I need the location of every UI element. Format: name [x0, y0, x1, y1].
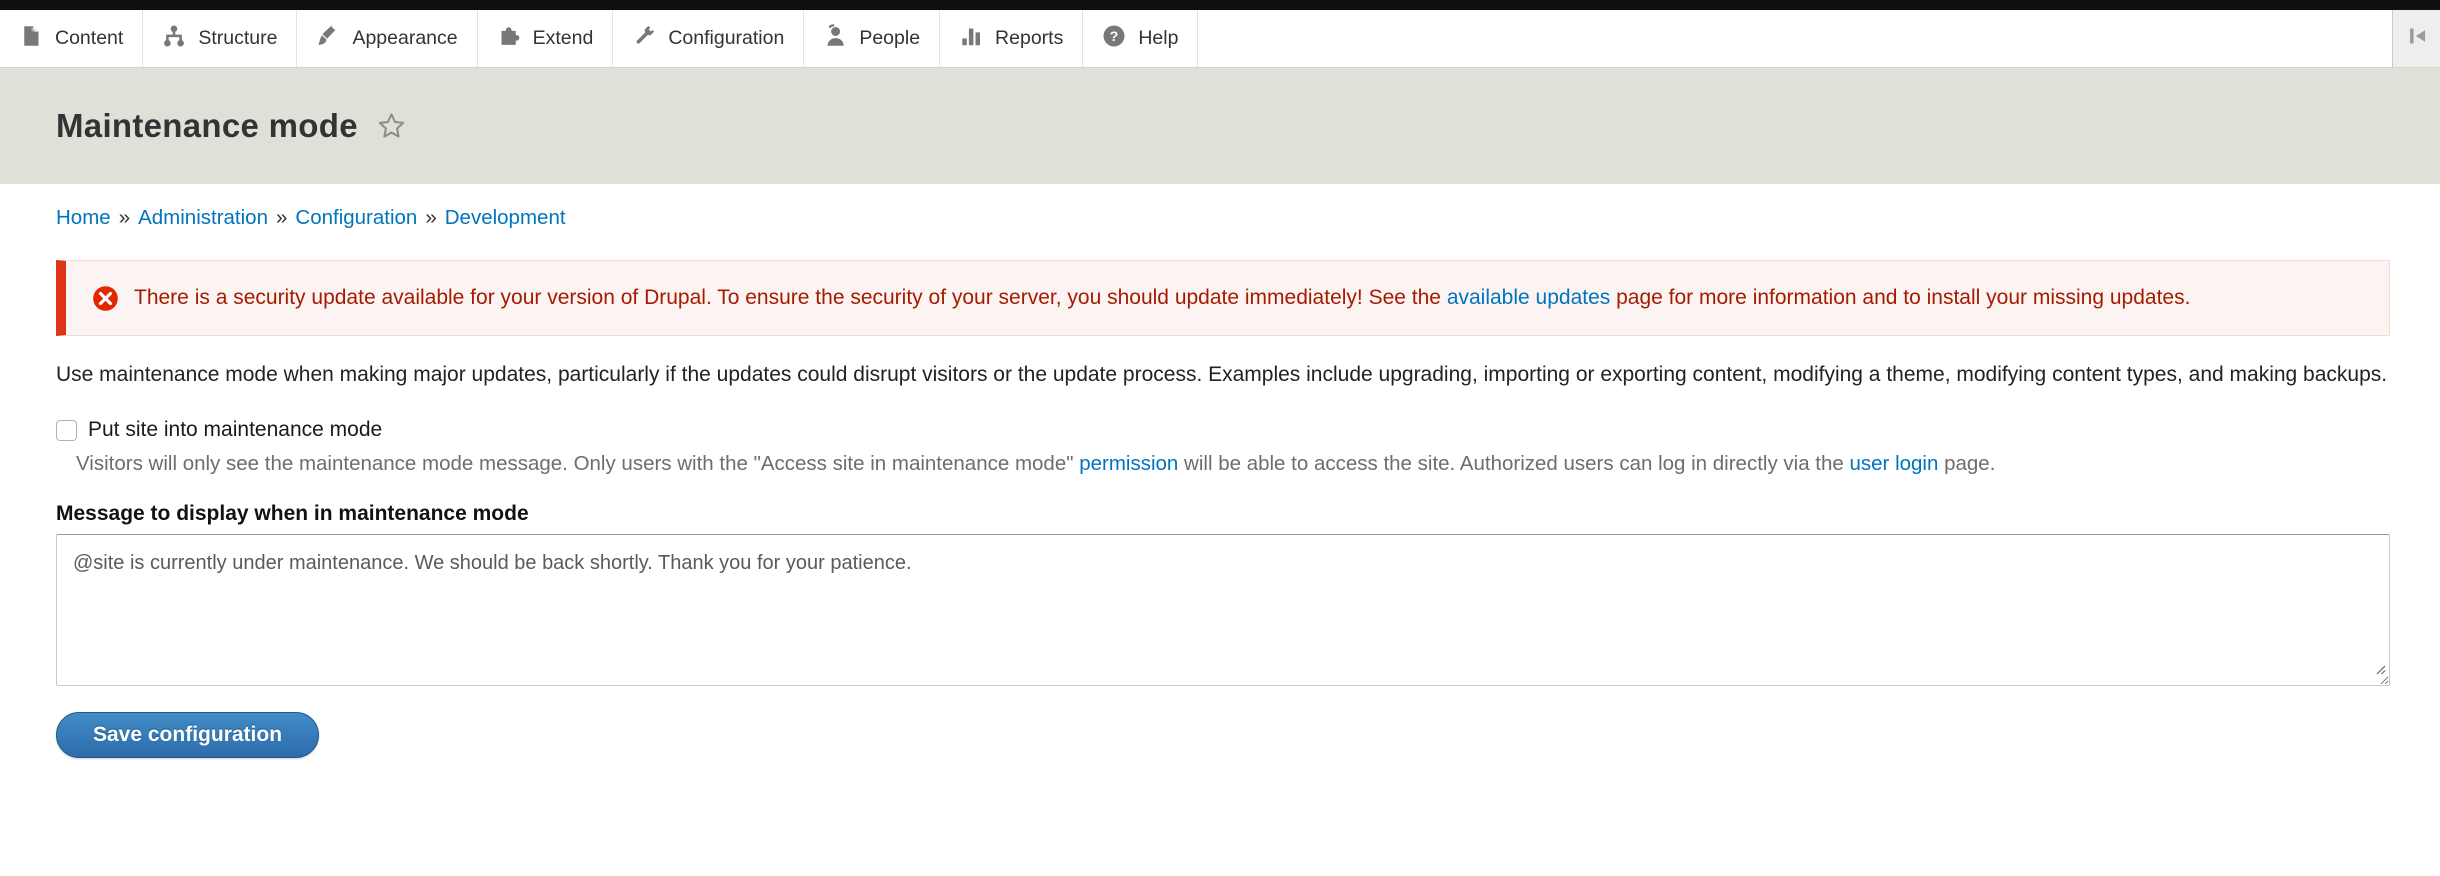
toolbar-item-label: Structure	[198, 27, 277, 50]
breadcrumb-separator: »	[276, 206, 287, 229]
toolbar-item-label: Reports	[995, 27, 1063, 50]
permission-link[interactable]: permission	[1079, 452, 1178, 475]
toolbar-item-people[interactable]: People	[804, 10, 940, 67]
toolbar-item-label: Appearance	[352, 27, 457, 50]
toolbar-item-appearance[interactable]: Appearance	[297, 10, 477, 67]
maintenance-mode-checkbox-description: Visitors will only see the maintenance m…	[76, 450, 2390, 478]
maintenance-mode-checkbox[interactable]	[56, 420, 77, 441]
toolbar-item-reports[interactable]: Reports	[940, 10, 1083, 67]
maintenance-message-field-wrap: @site is currently under maintenance. We…	[56, 534, 2390, 686]
breadcrumb-link-development[interactable]: Development	[445, 206, 566, 229]
user-login-link[interactable]: user login	[1850, 452, 1939, 475]
breadcrumb-link-home[interactable]: Home	[56, 206, 111, 229]
checkbox-desc-text: Visitors will only see the maintenance m…	[76, 452, 1079, 475]
toolbar-item-label: Content	[55, 27, 123, 50]
page-title: Maintenance mode	[56, 107, 358, 145]
toolbar-item-structure[interactable]: Structure	[143, 10, 297, 67]
breadcrumb-link-configuration[interactable]: Configuration	[295, 206, 417, 229]
error-text-after: page for more information and to install…	[1610, 286, 2190, 309]
toolbar-item-label: Configuration	[668, 27, 784, 50]
toolbar-item-help[interactable]: ? Help	[1083, 10, 1198, 67]
toolbar-item-label: People	[859, 27, 920, 50]
toolbar-item-label: Extend	[533, 27, 594, 50]
toolbar-item-configuration[interactable]: Configuration	[613, 10, 804, 67]
breadcrumb-link-administration[interactable]: Administration	[138, 206, 268, 229]
maintenance-message-textarea[interactable]: @site is currently under maintenance. We…	[56, 534, 2390, 686]
help-icon: ?	[1102, 24, 1126, 54]
breadcrumb: Home » Administration » Configuration » Develo…	[56, 206, 2390, 230]
paintbrush-icon	[316, 24, 340, 54]
star-outline-icon[interactable]	[376, 111, 407, 142]
toolbar-item-label: Help	[1138, 27, 1178, 50]
maintenance-mode-intro-text: Use maintenance mode when making major u…	[56, 358, 2390, 392]
wrench-icon	[632, 24, 656, 54]
top-black-strip	[0, 0, 2440, 10]
security-update-error-message: There is a security update available for…	[56, 260, 2390, 336]
toolbar-collapse-button[interactable]	[2392, 10, 2440, 67]
sitemap-icon	[162, 24, 186, 54]
checkbox-desc-text: will be able to access the site. Authori…	[1178, 452, 1849, 475]
error-circle-x-icon	[92, 285, 119, 316]
admin-toolbar: Content Structure Appearance Extend Conf…	[0, 10, 2440, 68]
collapse-left-icon	[2405, 24, 2429, 53]
toolbar-spacer	[1198, 10, 2392, 67]
error-message-text: There is a security update available for…	[134, 280, 2190, 316]
breadcrumb-separator: »	[119, 206, 130, 229]
maintenance-message-label: Message to display when in maintenance m…	[56, 502, 2390, 526]
maintenance-mode-checkbox-row: Put site into maintenance mode	[56, 418, 2390, 442]
breadcrumb-separator: »	[425, 206, 436, 229]
checkbox-desc-text: page.	[1938, 452, 1995, 475]
save-configuration-button[interactable]: Save configuration	[56, 712, 319, 758]
error-text-before: There is a security update available for…	[134, 286, 1447, 309]
puzzle-icon	[497, 24, 521, 54]
available-updates-link[interactable]: available updates	[1447, 286, 1610, 309]
page-header: Maintenance mode	[0, 68, 2440, 184]
person-icon	[823, 24, 847, 54]
file-icon	[19, 24, 43, 54]
toolbar-item-content[interactable]: Content	[0, 10, 143, 67]
toolbar-item-extend[interactable]: Extend	[478, 10, 614, 67]
svg-text:?: ?	[1110, 29, 1119, 45]
bar-chart-icon	[959, 24, 983, 54]
maintenance-mode-checkbox-label[interactable]: Put site into maintenance mode	[88, 418, 382, 442]
